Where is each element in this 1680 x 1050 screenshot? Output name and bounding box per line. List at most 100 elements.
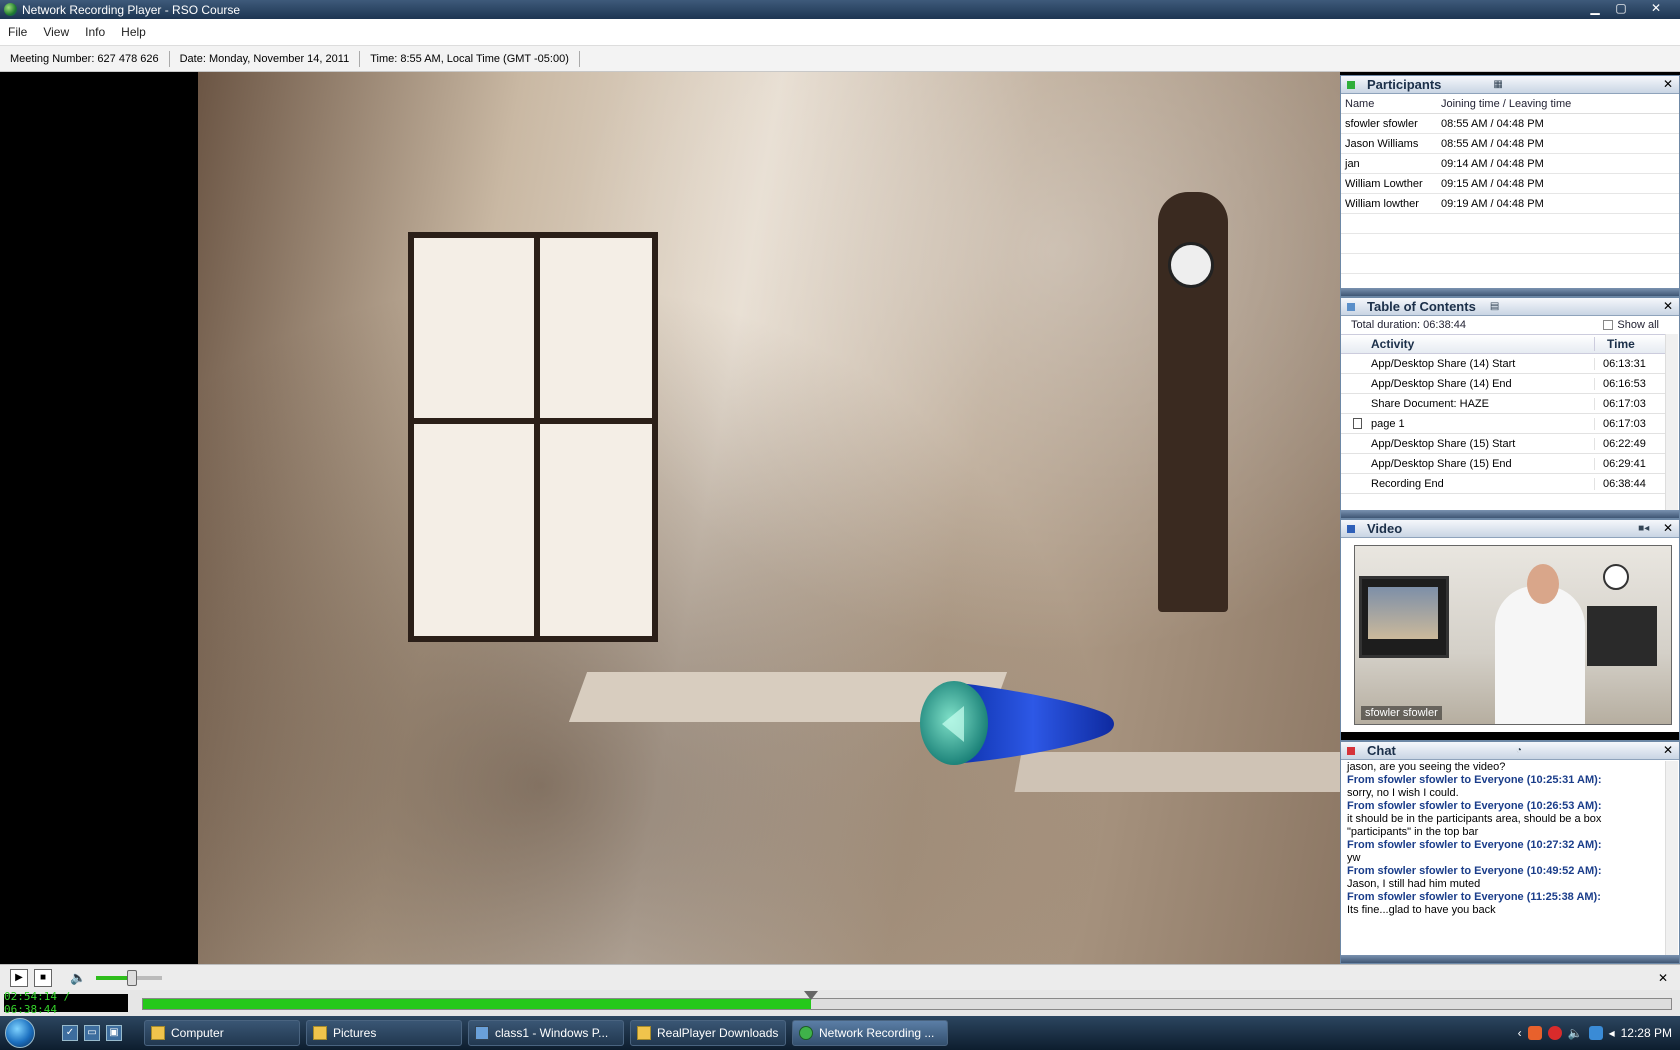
grid-icon[interactable]: ▦ bbox=[1493, 79, 1502, 90]
video-presenter bbox=[1495, 586, 1585, 724]
tray-realplayer-icon[interactable] bbox=[1547, 1026, 1562, 1040]
tray-volume-icon[interactable]: ◂ bbox=[1609, 1026, 1615, 1040]
show-all-checkbox[interactable]: Show all bbox=[1603, 319, 1659, 331]
video-status-icon bbox=[1347, 524, 1355, 533]
seek-progress bbox=[143, 999, 811, 1009]
minimize-button[interactable]: ▁ bbox=[1582, 0, 1608, 17]
toc-panel: Table of Contents ▤ ✕ Total duration: 06… bbox=[1340, 297, 1680, 519]
tray-clock[interactable]: 12:28 PM bbox=[1621, 1026, 1672, 1040]
play-icon: ▶ bbox=[15, 972, 23, 983]
lab-photo bbox=[198, 72, 1402, 964]
checkbox-icon[interactable] bbox=[1603, 320, 1614, 330]
taskbar-item[interactable]: RealPlayer Downloads bbox=[630, 1020, 786, 1046]
speaker-icon[interactable]: 🔈 bbox=[70, 970, 86, 986]
app-window-icon bbox=[475, 1026, 489, 1040]
toc-scrollbar[interactable] bbox=[1665, 334, 1678, 510]
participant-name: William lowther bbox=[1345, 197, 1419, 210]
play-button[interactable]: ▶ bbox=[10, 968, 28, 987]
taskbar-item-label: RealPlayer Downloads bbox=[657, 1026, 779, 1040]
video-poster bbox=[1587, 606, 1657, 666]
tray-expand-icon[interactable]: ‹ bbox=[1518, 1026, 1522, 1040]
toc-activity: App/Desktop Share (15) Start bbox=[1341, 437, 1595, 450]
col-time[interactable]: Time bbox=[1595, 337, 1635, 351]
menu-view[interactable]: View bbox=[43, 25, 69, 39]
toc-header[interactable]: Table of Contents ▤ ✕ bbox=[1341, 298, 1679, 316]
chat-bubble-icon[interactable]: ◔ bbox=[1516, 745, 1522, 756]
toc-activity: page 1 bbox=[1371, 417, 1405, 430]
timeline-bar: 02:54:14 / 06:38:44 bbox=[0, 990, 1680, 1016]
meeting-number: Meeting Number: 627 478 626 bbox=[0, 50, 170, 67]
quick-launch-window-icon[interactable]: ▣ bbox=[106, 1025, 122, 1041]
menu-info[interactable]: Info bbox=[85, 25, 105, 39]
table-row[interactable]: App/Desktop Share (14) End 06:16:53 bbox=[1341, 374, 1665, 394]
tray-speaker-icon[interactable]: 🔈 bbox=[1568, 1026, 1583, 1040]
table-row[interactable]: Recording End 06:38:44 bbox=[1341, 474, 1665, 494]
volume-handle[interactable] bbox=[127, 969, 138, 986]
chat-message: Its fine...glad to have you back bbox=[1347, 904, 1496, 916]
participants-title: Participants bbox=[1367, 77, 1442, 92]
panel-resize-bar[interactable] bbox=[1341, 288, 1679, 296]
tray-app-icon[interactable] bbox=[1527, 1026, 1542, 1040]
table-row[interactable]: Jason Williams 08:55 AM / 04:48 PM bbox=[1341, 134, 1679, 154]
menu-file[interactable]: File bbox=[8, 25, 27, 39]
toc-close-icon[interactable]: ✕ bbox=[1663, 299, 1673, 313]
table-row[interactable]: App/Desktop Share (15) End 06:29:41 bbox=[1341, 454, 1665, 474]
table-row[interactable]: sfowler sfowler 08:55 AM / 04:48 PM bbox=[1341, 114, 1679, 134]
video-header[interactable]: Video ■◂ ✕ bbox=[1341, 520, 1679, 538]
chat-close-icon[interactable]: ✕ bbox=[1663, 743, 1673, 757]
col-name[interactable]: Name bbox=[1341, 98, 1441, 110]
table-row[interactable]: App/Desktop Share (14) Start 06:13:31 bbox=[1341, 354, 1665, 374]
controls-close-icon[interactable]: ✕ bbox=[1658, 971, 1668, 985]
quick-launch-desktop-icon[interactable]: ▭ bbox=[84, 1025, 100, 1041]
chat-title: Chat bbox=[1367, 743, 1396, 758]
panel-resize-bar[interactable] bbox=[1341, 955, 1679, 963]
col-activity[interactable]: Activity bbox=[1341, 337, 1595, 351]
col-joining-time[interactable]: Joining time / Leaving time bbox=[1441, 98, 1571, 110]
taskbar-item-active[interactable]: Network Recording ... bbox=[792, 1020, 948, 1046]
participants-header[interactable]: Participants ▦ ✕ bbox=[1341, 76, 1679, 94]
close-window-button[interactable]: ✕ bbox=[1634, 0, 1678, 17]
toc-activity: App/Desktop Share (14) End bbox=[1341, 377, 1595, 390]
video-panel: Video ■◂ ✕ sfowler sfowler bbox=[1340, 519, 1680, 741]
taskbar-item-label: class1 - Windows P... bbox=[495, 1026, 609, 1040]
table-row[interactable]: William lowther 09:19 AM / 04:48 PM bbox=[1341, 194, 1679, 214]
menu-help[interactable]: Help bbox=[121, 25, 146, 39]
participants-close-icon[interactable]: ✕ bbox=[1663, 77, 1673, 91]
chat-sender: From sfowler sfowler to Everyone (10:49:… bbox=[1347, 865, 1602, 877]
quick-launch-check-icon[interactable]: ✓ bbox=[62, 1025, 78, 1041]
participants-columns: Name Joining time / Leaving time bbox=[1341, 94, 1679, 114]
total-duration: Total duration: 06:38:44 bbox=[1351, 319, 1466, 331]
toc-options-icon[interactable]: ▤ bbox=[1490, 301, 1499, 312]
folder-icon bbox=[313, 1026, 327, 1040]
seek-handle[interactable] bbox=[803, 991, 818, 1000]
transport-controls: ▶ ■ 🔈 ✕ bbox=[0, 964, 1680, 990]
seek-bar[interactable] bbox=[142, 991, 1672, 1010]
table-row[interactable]: page 1 06:17:03 bbox=[1341, 414, 1665, 434]
start-button[interactable] bbox=[0, 1016, 40, 1050]
toc-activity: App/Desktop Share (14) Start bbox=[1341, 357, 1595, 370]
table-row[interactable]: App/Desktop Share (15) Start 06:22:49 bbox=[1341, 434, 1665, 454]
video-close-icon[interactable]: ✕ bbox=[1663, 521, 1673, 535]
camera-icon[interactable]: ■◂ bbox=[1638, 523, 1649, 534]
taskbar-item[interactable]: Pictures bbox=[306, 1020, 462, 1046]
panel-resize-bar[interactable] bbox=[1341, 510, 1679, 518]
table-row[interactable]: Share Document: HAZE 06:17:03 bbox=[1341, 394, 1665, 414]
chat-message: "participants" in the top bar bbox=[1347, 826, 1479, 838]
toc-time: 06:16:53 bbox=[1603, 377, 1646, 390]
maximize-button[interactable]: ▢ bbox=[1608, 0, 1634, 17]
chat-header[interactable]: Chat ◔ ✕ bbox=[1341, 742, 1679, 760]
toc-columns: Activity Time bbox=[1341, 334, 1665, 354]
table-row[interactable]: William Lowther 09:15 AM / 04:48 PM bbox=[1341, 174, 1679, 194]
chat-messages[interactable]: jason, are you seeing the video? From sf… bbox=[1341, 761, 1665, 955]
stop-button[interactable]: ■ bbox=[34, 968, 52, 987]
tray-network-icon[interactable] bbox=[1588, 1026, 1603, 1040]
taskbar-item[interactable]: class1 - Windows P... bbox=[468, 1020, 624, 1046]
table-row[interactable]: jan 09:14 AM / 04:48 PM bbox=[1341, 154, 1679, 174]
toc-time: 06:17:03 bbox=[1603, 397, 1646, 410]
chat-scrollbar[interactable] bbox=[1665, 761, 1678, 957]
toc-activity: App/Desktop Share (15) End bbox=[1341, 457, 1595, 470]
globe-icon bbox=[799, 1026, 813, 1040]
volume-slider[interactable] bbox=[96, 969, 163, 986]
chat-message: it should be in the participants area, s… bbox=[1347, 813, 1602, 825]
taskbar-item[interactable]: Computer bbox=[144, 1020, 300, 1046]
